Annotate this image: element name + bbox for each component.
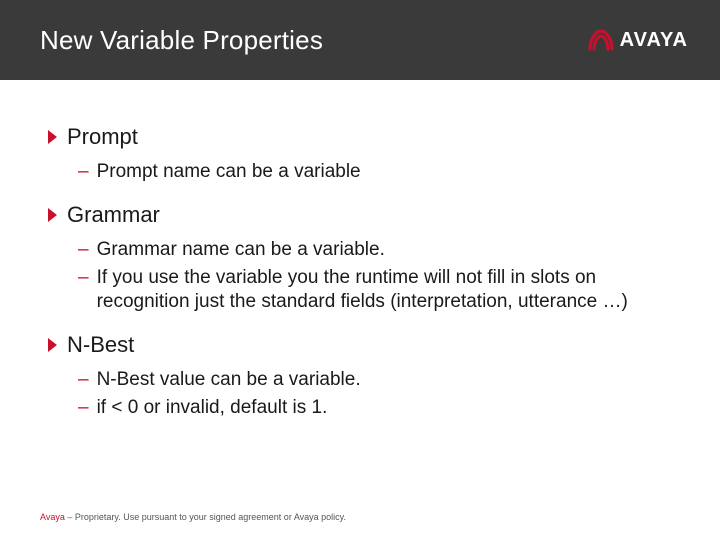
sub-text: if < 0 or invalid, default is 1. bbox=[97, 396, 328, 420]
sub-item: – If you use the variable you the runtim… bbox=[78, 266, 672, 314]
triangle-bullet-icon bbox=[48, 208, 57, 222]
bullet-line: N-Best bbox=[48, 332, 672, 358]
triangle-bullet-icon bbox=[48, 338, 57, 352]
bullet-item: Grammar – Grammar name can be a variable… bbox=[48, 202, 672, 314]
dash-bullet-icon: – bbox=[78, 266, 89, 290]
dash-bullet-icon: – bbox=[78, 238, 89, 262]
title-bar: New Variable Properties AVAYA bbox=[0, 0, 720, 80]
bullet-line: Grammar bbox=[48, 202, 672, 228]
content-area: Prompt – Prompt name can be a variable G… bbox=[0, 80, 720, 420]
sub-text: Grammar name can be a variable. bbox=[97, 238, 385, 262]
sub-list: – Grammar name can be a variable. – If y… bbox=[48, 228, 672, 314]
sub-list: – Prompt name can be a variable bbox=[48, 150, 672, 184]
sub-list: – N-Best value can be a variable. – if <… bbox=[48, 358, 672, 420]
sub-item: – Grammar name can be a variable. bbox=[78, 238, 672, 262]
footer-brand: Avaya bbox=[40, 512, 65, 522]
bullet-label: N-Best bbox=[67, 332, 134, 358]
slide-title: New Variable Properties bbox=[40, 25, 323, 56]
sub-item: – N-Best value can be a variable. bbox=[78, 368, 672, 392]
footer-text: Avaya – Proprietary. Use pursuant to you… bbox=[40, 512, 346, 522]
bullet-label: Prompt bbox=[67, 124, 138, 150]
slide: New Variable Properties AVAYA Prompt – P… bbox=[0, 0, 720, 540]
bullet-item: Prompt – Prompt name can be a variable bbox=[48, 124, 672, 184]
brand-logo-icon bbox=[588, 29, 614, 51]
sub-text: If you use the variable you the runtime … bbox=[97, 266, 672, 314]
brand-logo-text: AVAYA bbox=[620, 29, 688, 52]
footer-rest: – Proprietary. Use pursuant to your sign… bbox=[65, 512, 346, 522]
bullet-label: Grammar bbox=[67, 202, 160, 228]
sub-text: Prompt name can be a variable bbox=[97, 160, 361, 184]
bullet-item: N-Best – N-Best value can be a variable.… bbox=[48, 332, 672, 420]
sub-item: – Prompt name can be a variable bbox=[78, 160, 672, 184]
sub-text: N-Best value can be a variable. bbox=[97, 368, 361, 392]
bullet-line: Prompt bbox=[48, 124, 672, 150]
triangle-bullet-icon bbox=[48, 130, 57, 144]
sub-item: – if < 0 or invalid, default is 1. bbox=[78, 396, 672, 420]
dash-bullet-icon: – bbox=[78, 368, 89, 392]
brand-logo: AVAYA bbox=[588, 29, 688, 52]
dash-bullet-icon: – bbox=[78, 160, 89, 184]
dash-bullet-icon: – bbox=[78, 396, 89, 420]
